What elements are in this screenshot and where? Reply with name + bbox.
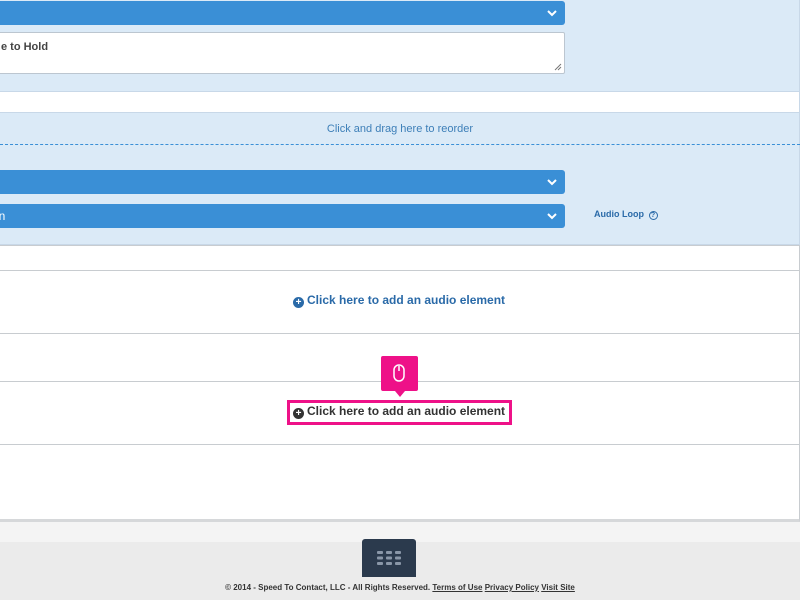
chevron-down-icon bbox=[547, 10, 557, 17]
list-item bbox=[0, 444, 800, 522]
copyright-line: © 2014 - Speed To Contact, LLC - All Rig… bbox=[0, 583, 800, 592]
audio-element-panel-top: e to Hold bbox=[0, 0, 800, 92]
mouse-icon bbox=[393, 364, 405, 382]
message-textarea-value: e to Hold bbox=[1, 41, 49, 53]
click-target-highlight bbox=[287, 400, 512, 425]
audio-type-select[interactable] bbox=[0, 1, 565, 25]
add-audio-element-label: Click here to add an audio element bbox=[307, 293, 506, 307]
terms-link[interactable]: Terms of Use bbox=[432, 583, 482, 592]
visit-site-link[interactable]: Visit Site bbox=[541, 583, 575, 592]
audio-loop-label: Audio Loop bbox=[594, 209, 644, 219]
privacy-link[interactable]: Privacy Policy bbox=[485, 583, 539, 592]
grid-icon bbox=[377, 551, 401, 565]
list-item bbox=[0, 245, 800, 271]
click-hint-badge bbox=[381, 356, 418, 397]
panel-spacer bbox=[0, 92, 800, 112]
question-circle-icon[interactable]: ? bbox=[648, 211, 658, 220]
audio-loop-toggle[interactable]: Audio Loop ? bbox=[594, 209, 658, 220]
add-audio-element-button[interactable]: + Click here to add an audio element bbox=[293, 293, 505, 308]
audio-source-select[interactable] bbox=[0, 170, 565, 194]
audio-file-select-value: in bbox=[0, 209, 6, 223]
plus-circle-icon: + bbox=[293, 297, 304, 308]
chevron-down-icon bbox=[547, 213, 557, 220]
chevron-down-icon bbox=[547, 179, 557, 186]
copyright-text: © 2014 - Speed To Contact, LLC - All Rig… bbox=[225, 583, 431, 592]
apps-menu-button[interactable] bbox=[362, 539, 416, 577]
drag-handle[interactable]: Click and drag here to reorder bbox=[0, 113, 800, 145]
audio-file-select[interactable]: in bbox=[0, 204, 565, 228]
resize-grip-icon[interactable] bbox=[554, 63, 562, 71]
message-textarea[interactable]: e to Hold bbox=[0, 32, 565, 74]
app-stage: e to Hold Click and drag here to reorder… bbox=[0, 0, 800, 600]
